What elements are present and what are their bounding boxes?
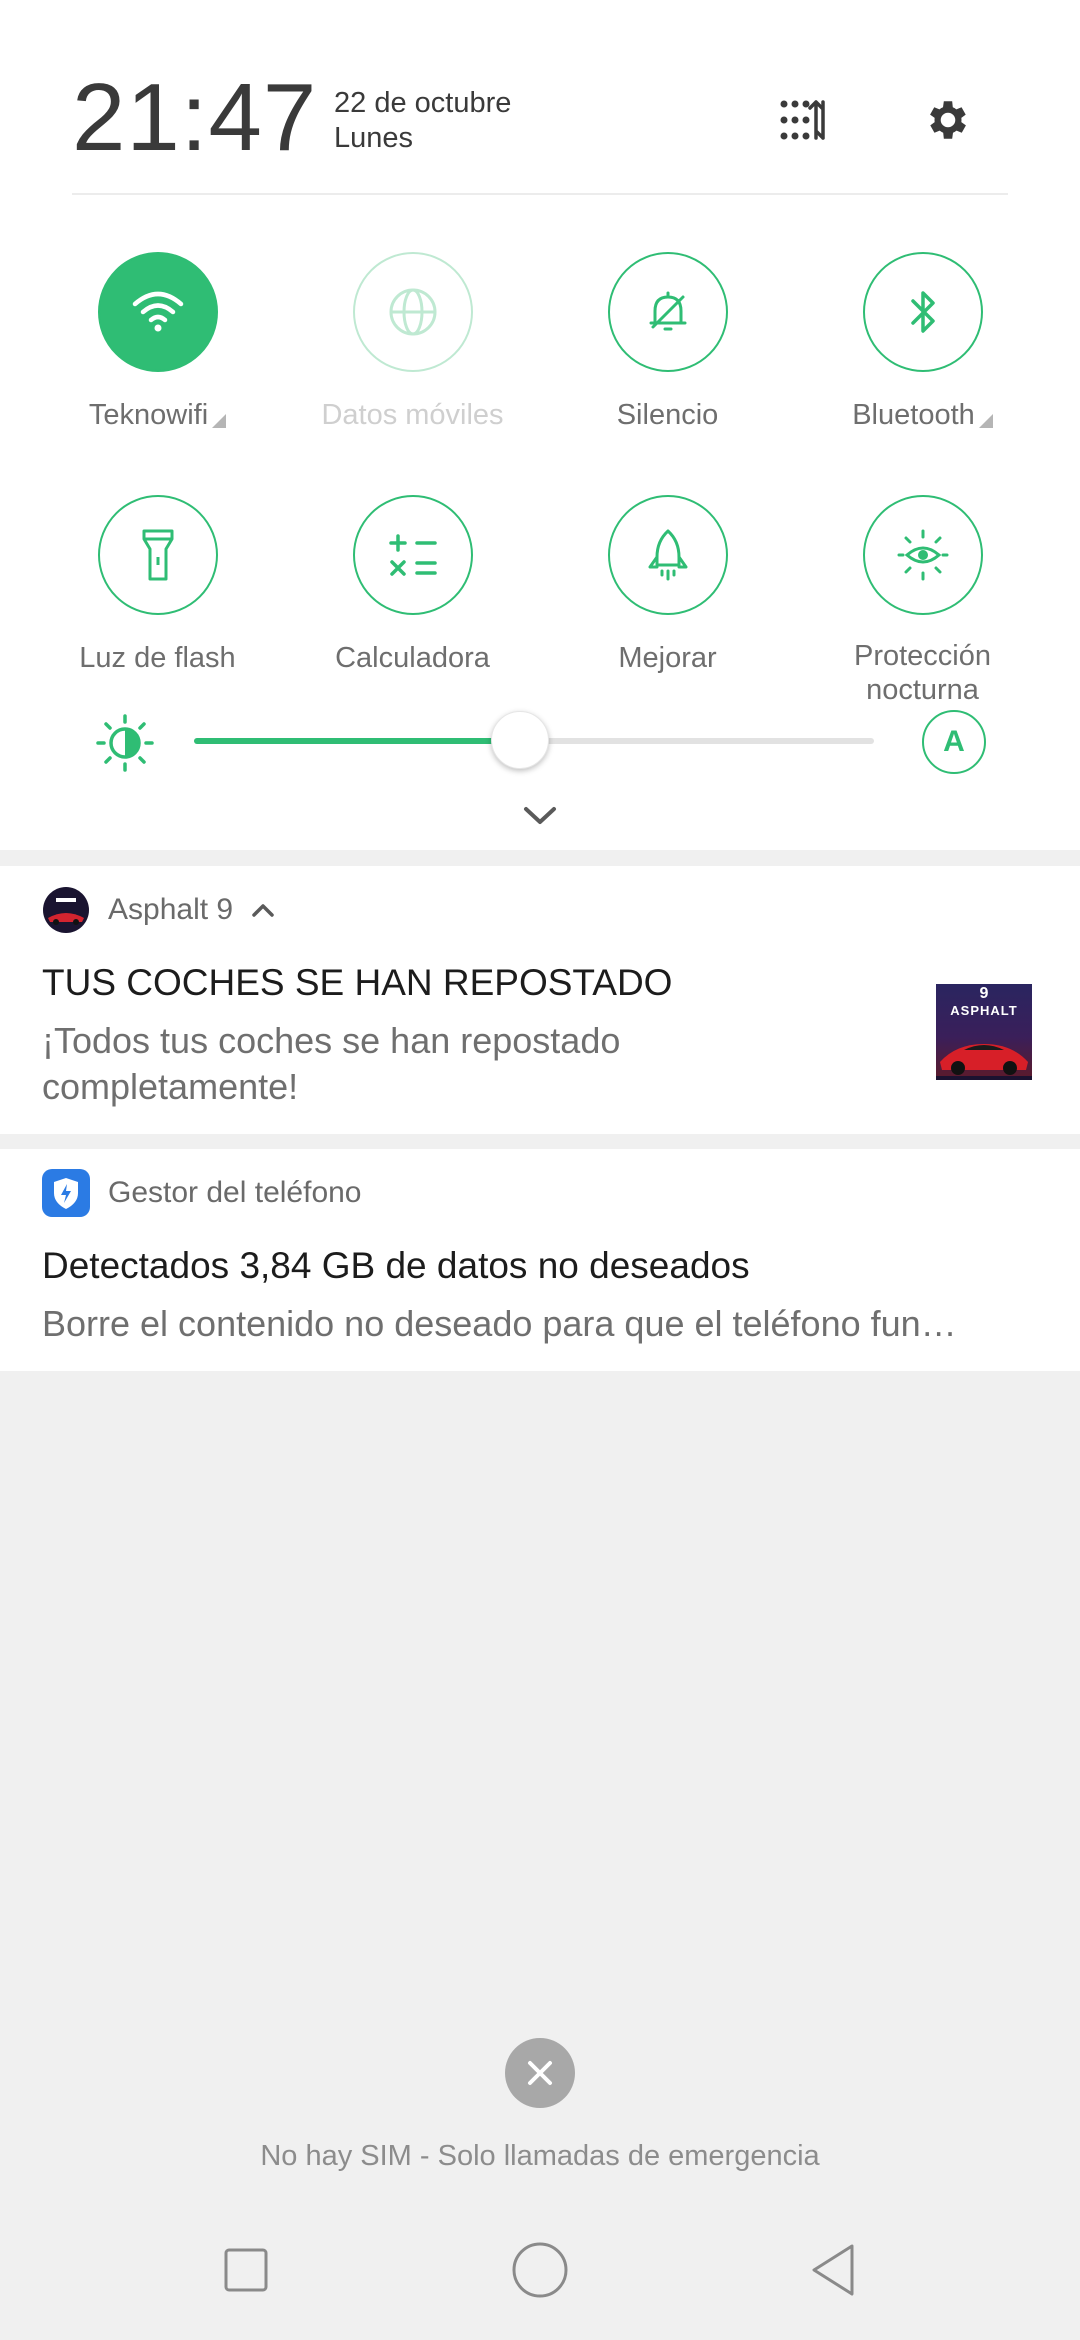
expand-menu-icon (212, 414, 227, 428)
eye-sun-icon (897, 529, 948, 581)
toggle-night-protection[interactable]: Protección nocturna (795, 495, 1050, 707)
recent-apps-button[interactable] (216, 2240, 276, 2300)
notification-body-line-2: completamente! (42, 1066, 299, 1107)
toggle-flashlight-label: Luz de flash (79, 642, 236, 674)
toggle-mobile-data-label: Datos móviles (321, 399, 504, 431)
asphalt-app-icon (43, 887, 89, 933)
auto-brightness-button[interactable]: A (922, 710, 986, 774)
toggle-calculator[interactable]: Calculadora (285, 495, 540, 675)
dismiss-all-button[interactable] (505, 2038, 575, 2108)
bell-off-icon (649, 291, 686, 331)
expand-menu-icon (978, 414, 993, 428)
notification-body-line-1: ¡Todos tus coches se han repostado (42, 1020, 621, 1061)
brightness-slider-thumb[interactable] (491, 711, 550, 769)
calculator-icon (388, 534, 437, 576)
toggle-mobile-data-circle[interactable] (352, 252, 473, 372)
toggle-boost[interactable]: Mejorar (540, 495, 795, 675)
toggle-mobile-data[interactable]: Datos móviles (285, 252, 540, 432)
notification-title: TUS COCHES SE HAN REPOSTADO (42, 962, 673, 1003)
notification-app-row: Asphalt 9 (42, 886, 277, 934)
toggle-boost-circle[interactable] (607, 495, 728, 615)
toggle-boost-label: Mejorar (618, 642, 717, 674)
toggle-flashlight[interactable]: Luz de flash (30, 495, 285, 675)
toggle-wifi[interactable]: Teknowifi (30, 252, 285, 432)
bluetooth-icon (910, 291, 935, 333)
triangle-back-icon (812, 2244, 854, 2296)
brightness-icon (96, 714, 154, 772)
notification-title: Detectados 3,84 GB de datos no deseados (42, 1245, 750, 1286)
wifi-icon (132, 291, 183, 332)
toggle-night-protection-circle[interactable] (862, 495, 983, 615)
brightness-slider[interactable] (194, 711, 874, 769)
toggle-calculator-circle[interactable] (352, 495, 473, 615)
grid-sort-icon (780, 100, 825, 140)
toggle-silence-label: Silencio (616, 399, 719, 431)
square-icon (224, 2248, 268, 2292)
car-image (936, 1044, 1032, 1080)
toggle-flashlight-circle[interactable] (97, 495, 218, 615)
quick-settings-panel: 21:47 22 de octubre Lunes Teknowifi Dato… (0, 0, 1080, 850)
date-text: 22 de octubre (334, 87, 512, 119)
toggle-silence[interactable]: Silencio (540, 252, 795, 432)
thumbnail-logo-number: 9 (979, 985, 989, 1002)
label-line-2: nocturna (866, 674, 979, 706)
toggle-bluetooth-circle[interactable] (862, 252, 983, 372)
label-line-1: Protección (853, 640, 991, 672)
toggle-silence-circle[interactable] (607, 252, 728, 372)
back-button[interactable] (804, 2240, 864, 2300)
notification-body: ¡Todos tus coches se han repostado compl… (42, 1018, 620, 1110)
date-block: 22 de octubre Lunes (334, 86, 511, 156)
circle-icon (512, 2242, 568, 2298)
notification-app-name: Asphalt 9 (108, 893, 234, 926)
notification-asphalt[interactable]: Asphalt 9 TUS COCHES SE HAN REPOSTADO ¡T… (0, 866, 1080, 1134)
close-icon (528, 2061, 552, 2085)
notification-app-name: Gestor del teléfono (108, 1176, 362, 1209)
notification-thumbnail: 9 ASPHALT (936, 984, 1032, 1080)
settings-button[interactable] (920, 92, 976, 148)
brightness-slider-fill (194, 738, 521, 744)
sim-status-text: No hay SIM - Solo llamadas de emergencia (260, 2140, 820, 2172)
toggle-bluetooth-label: Bluetooth (852, 399, 975, 431)
toggle-wifi-label: Teknowifi (88, 399, 209, 431)
chevron-down-icon[interactable] (520, 800, 560, 830)
flashlight-icon (142, 529, 173, 581)
thumbnail-logo-text: ASPHALT (950, 1003, 1018, 1018)
notification-app-row: Gestor del teléfono (42, 1169, 362, 1217)
rocket-icon (648, 529, 687, 581)
gear-icon (930, 101, 966, 139)
weekday-text: Lunes (334, 122, 414, 154)
toggle-night-protection-label: Protección nocturna (795, 639, 1050, 707)
shield-icon (42, 1169, 90, 1217)
notification-phone-manager[interactable]: Gestor del teléfono Detectados 3,84 GB d… (0, 1149, 1080, 1371)
chevron-up-icon[interactable] (249, 900, 277, 920)
toggle-bluetooth[interactable]: Bluetooth (795, 252, 1050, 432)
globe-icon (389, 288, 436, 336)
header-divider (72, 193, 1008, 195)
home-button[interactable] (510, 2240, 570, 2300)
toggle-calculator-label: Calculadora (335, 642, 490, 674)
toggle-wifi-circle[interactable] (97, 252, 218, 372)
notification-body: Borre el contenido no deseado para que e… (42, 1303, 957, 1344)
clock: 21:47 (72, 64, 318, 171)
edit-tiles-button[interactable] (775, 92, 831, 148)
